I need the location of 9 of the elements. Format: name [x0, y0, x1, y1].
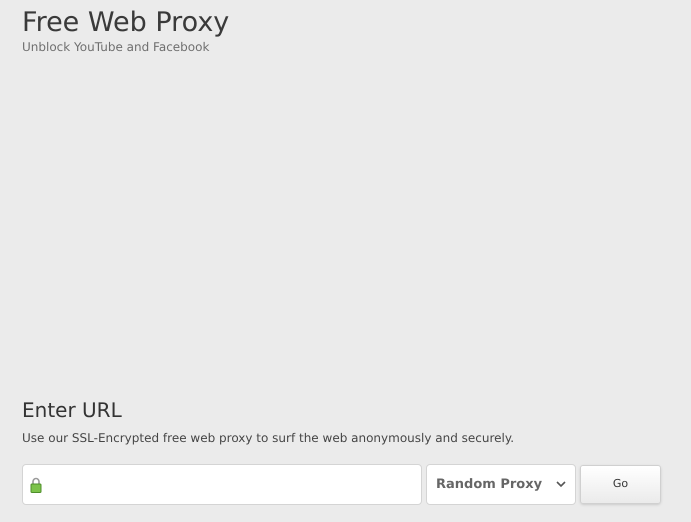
site-subtitle: Unblock YouTube and Facebook [22, 40, 210, 55]
url-field[interactable] [22, 464, 422, 505]
proxy-select[interactable]: Random Proxy [426, 464, 576, 505]
site-title: Free Web Proxy [22, 6, 230, 40]
chevron-down-icon [556, 481, 566, 488]
section-heading: Enter URL [22, 397, 122, 423]
lock-icon [30, 476, 42, 492]
section-description: Use our SSL-Encrypted free web proxy to surf the web anonymously and securely. [22, 431, 514, 446]
go-button[interactable]: Go [580, 465, 661, 504]
